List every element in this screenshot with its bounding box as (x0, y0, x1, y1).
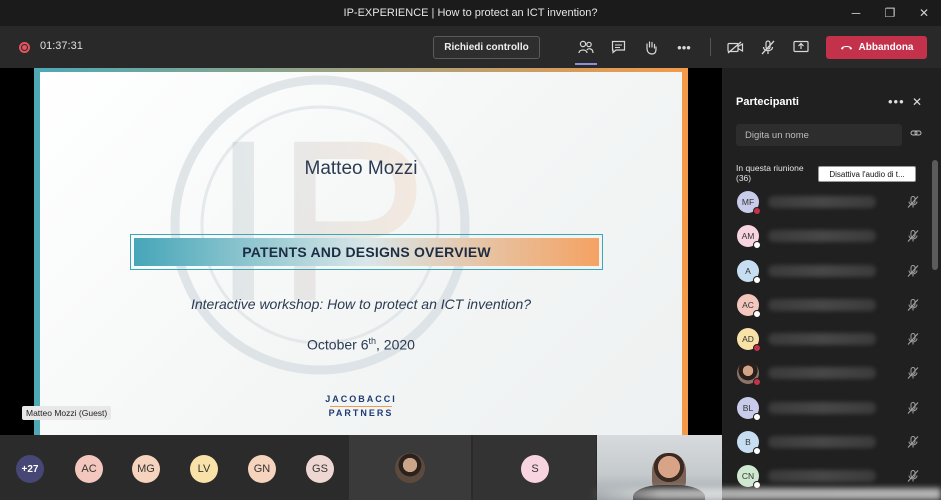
participant-name-redacted (768, 264, 876, 277)
slide-presenter-name: Matteo Mozzi (304, 158, 418, 179)
speaker-avatar: S (521, 455, 549, 483)
gallery-avatar[interactable]: GS (306, 455, 334, 483)
recording-icon (19, 42, 30, 53)
presence-status-icon (753, 207, 761, 215)
panel-close-icon[interactable]: ✕ (912, 95, 922, 109)
participant-row[interactable]: AC (736, 289, 926, 323)
participant-row[interactable]: AD (736, 323, 926, 357)
microphone-muted-icon[interactable] (906, 435, 920, 449)
meeting-toolbar: 01:37:31 Richiedi controllo ••• Abbandon… (0, 26, 941, 68)
participant-row[interactable]: BL (736, 392, 926, 426)
maximize-button[interactable]: ❐ (873, 0, 907, 26)
more-participants-badge[interactable]: +27 (16, 455, 44, 483)
raise-hand-icon[interactable] (640, 36, 662, 58)
mute-all-button[interactable]: Disattiva l'audio di t... (818, 166, 916, 182)
window-controls: ─ ❐ ✕ (839, 0, 941, 26)
window-title: IP-EXPERIENCE | How to protect an ICT in… (343, 7, 598, 19)
close-window-button[interactable]: ✕ (907, 0, 941, 26)
presence-status-icon (753, 241, 761, 250)
bottom-glare (590, 488, 941, 500)
presence-status-icon (753, 309, 761, 318)
participant-photo (395, 453, 425, 483)
participant-name-redacted (768, 367, 876, 380)
speaker-tile[interactable]: S (473, 435, 596, 500)
microphone-muted-icon[interactable] (906, 332, 920, 346)
panel-more-button[interactable]: ••• (888, 94, 905, 109)
participant-list: MF AM A AC AD BL B CN (736, 186, 926, 495)
microphone-muted-icon[interactable] (906, 195, 920, 209)
shared-content-stage: IP Matteo Mozzi PATENTS AND DESIGNS OVER… (0, 68, 722, 435)
microphone-muted-icon[interactable] (906, 298, 920, 312)
participant-row[interactable]: AM (736, 220, 926, 254)
meeting-timer: 01:37:31 (40, 40, 83, 52)
slide-date: October 6th, 2020 (307, 336, 415, 353)
participant-row[interactable]: MF (736, 186, 926, 220)
leave-button[interactable]: Abbandona (826, 36, 927, 59)
slide-subtitle: Interactive workshop: How to protect an … (190, 296, 532, 312)
participant-name-redacted (768, 196, 876, 208)
participant-row[interactable] (736, 357, 926, 391)
presence-status-icon (753, 275, 761, 284)
request-control-button[interactable]: Richiedi controllo (433, 36, 540, 59)
presentation-slide: IP Matteo Mozzi PATENTS AND DESIGNS OVER… (34, 68, 688, 435)
participant-photo-tile[interactable] (349, 435, 471, 500)
participant-name-redacted (768, 298, 876, 311)
window-titlebar: IP-EXPERIENCE | How to protect an ICT in… (0, 0, 941, 26)
more-actions-button[interactable]: ••• (673, 36, 695, 58)
slide-banner-text: PATENTS AND DESIGNS OVERVIEW (134, 238, 599, 266)
microphone-muted-icon[interactable] (906, 469, 920, 483)
camera-off-icon[interactable] (724, 36, 746, 58)
gallery-avatar[interactable]: MG (132, 455, 160, 483)
gallery-avatar[interactable]: AC (75, 455, 103, 483)
participants-panel: Partecipanti ••• ✕ In questa riunione (3… (722, 68, 941, 500)
leave-label: Abbandona (858, 42, 914, 53)
panel-title: Partecipanti (736, 96, 799, 108)
microphone-muted-icon[interactable] (906, 229, 920, 243)
minimize-button[interactable]: ─ (839, 0, 873, 26)
jacobacci-logo: JACOBACCI PARTNERS (325, 394, 397, 418)
toolbar-separator (710, 38, 711, 56)
hang-up-icon (840, 46, 852, 50)
chat-icon[interactable] (607, 36, 629, 58)
presence-status-icon (753, 412, 761, 421)
microphone-muted-icon[interactable] (906, 401, 920, 415)
gallery-avatar[interactable]: GN (248, 455, 276, 483)
in-meeting-label: In questa riunione (36) (736, 163, 804, 183)
presence-status-icon (753, 447, 761, 456)
share-screen-icon[interactable] (790, 36, 812, 58)
participant-name-redacted (768, 470, 876, 483)
participant-row[interactable]: A (736, 255, 926, 289)
slide-banner: PATENTS AND DESIGNS OVERVIEW (130, 234, 603, 270)
participant-name-redacted (768, 401, 876, 414)
participants-icon[interactable] (575, 36, 597, 58)
presenter-name-label: Matteo Mozzi (Guest) (22, 406, 112, 420)
active-tab-indicator (575, 63, 597, 65)
microphone-muted-icon[interactable] (906, 264, 920, 278)
share-invite-icon[interactable] (910, 128, 922, 138)
participant-name-redacted (768, 333, 876, 346)
microphone-off-icon[interactable] (757, 36, 779, 58)
people-icon (578, 40, 594, 54)
participant-name-redacted (768, 230, 876, 243)
participant-name-redacted (768, 436, 876, 449)
participant-row[interactable]: B (736, 426, 926, 460)
presence-status-icon (753, 344, 761, 353)
panel-scrollbar[interactable] (932, 160, 938, 270)
presence-status-icon (753, 378, 761, 387)
microphone-muted-icon[interactable] (906, 366, 920, 380)
gallery-avatar[interactable]: LV (190, 455, 218, 483)
participant-search-input[interactable] (736, 124, 902, 146)
